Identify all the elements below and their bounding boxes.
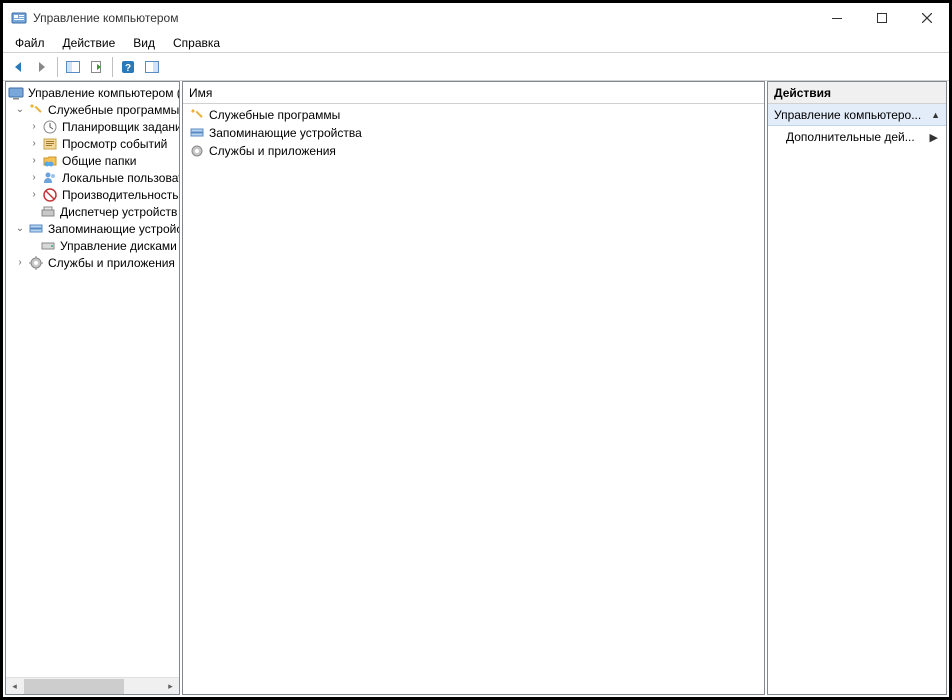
shared-folder-icon: [42, 153, 58, 169]
clock-icon: [42, 119, 58, 135]
menubar: Файл Действие Вид Справка: [3, 33, 949, 53]
tools-icon: [189, 107, 205, 123]
tree-services-apps[interactable]: › Службы и приложения: [6, 254, 179, 271]
tree-system-tools[interactable]: ⌄ Служебные программы: [6, 101, 179, 118]
device-icon: [40, 204, 56, 220]
expand-icon[interactable]: ›: [28, 121, 40, 133]
scroll-left-arrow[interactable]: ◂: [6, 678, 23, 695]
titlebar: Управление компьютером: [3, 3, 949, 33]
nav-tree: Управление компьютером (л ⌄: [6, 82, 179, 677]
window-title: Управление компьютером: [33, 11, 178, 25]
tree-device-manager[interactable]: Диспетчер устройств: [6, 203, 179, 220]
list-item-label: Запоминающие устройства: [209, 126, 362, 140]
tree-pane: Управление компьютером (л ⌄: [5, 81, 180, 695]
event-log-icon: [42, 136, 58, 152]
minimize-button[interactable]: [814, 3, 859, 33]
content-area: Управление компьютером (л ⌄: [3, 81, 949, 697]
expand-icon[interactable]: ›: [28, 172, 40, 184]
menu-file[interactable]: Файл: [7, 34, 53, 52]
action-more-actions[interactable]: Дополнительные дей... ▶: [768, 126, 946, 148]
toolbar-separator: [112, 57, 113, 77]
menu-view[interactable]: Вид: [125, 34, 163, 52]
computer-icon: [8, 85, 24, 101]
app-icon: [11, 10, 27, 26]
help-button[interactable]: ?: [117, 56, 139, 78]
forward-button[interactable]: [31, 56, 53, 78]
list-item-system-tools[interactable]: Служебные программы: [187, 106, 760, 124]
tools-icon: [28, 102, 44, 118]
action-context-label: Управление компьютеро...: [774, 108, 921, 122]
tree-performance[interactable]: › Производительность: [6, 186, 179, 203]
action-link-label: Дополнительные дей...: [786, 130, 915, 144]
show-action-pane-button[interactable]: [141, 56, 163, 78]
expand-icon[interactable]: ›: [28, 138, 40, 150]
collapse-icon[interactable]: ⌄: [14, 104, 26, 116]
scroll-right-arrow[interactable]: ▸: [162, 678, 179, 695]
mmc-window: Управление компьютером Файл Действие Вид…: [3, 3, 949, 697]
scroll-thumb[interactable]: [24, 679, 124, 694]
list-item-services[interactable]: Службы и приложения: [187, 142, 760, 160]
disk-icon: [40, 238, 56, 254]
tree-event-viewer[interactable]: › Просмотр событий: [6, 135, 179, 152]
menu-action[interactable]: Действие: [55, 34, 124, 52]
toolbar: ?: [3, 53, 949, 81]
menu-help[interactable]: Справка: [165, 34, 228, 52]
services-icon: [28, 255, 44, 271]
chevron-right-icon: ▶: [930, 131, 938, 144]
expand-icon[interactable]: ›: [28, 155, 40, 167]
collapse-icon[interactable]: ⌄: [14, 223, 26, 235]
services-icon: [189, 143, 205, 159]
list-item-label: Службы и приложения: [209, 144, 336, 158]
list-pane: Имя Служебные программы Запоминающие уст…: [182, 81, 765, 695]
scroll-track[interactable]: [23, 678, 162, 695]
toolbar-separator: [57, 57, 58, 77]
collapse-triangle-icon: ▲: [931, 110, 940, 120]
close-button[interactable]: [904, 3, 949, 33]
list-item-storage[interactable]: Запоминающие устройства: [187, 124, 760, 142]
list-item-label: Служебные программы: [209, 108, 340, 122]
export-button[interactable]: [86, 56, 108, 78]
window-controls: [814, 3, 949, 33]
tree-storage[interactable]: ⌄ Запоминающие устройст: [6, 220, 179, 237]
expand-icon[interactable]: ›: [28, 189, 40, 201]
storage-icon: [189, 125, 205, 141]
users-icon: [42, 170, 58, 186]
tree-local-users[interactable]: › Локальные пользовате: [6, 169, 179, 186]
storage-icon: [28, 221, 44, 237]
action-pane: Действия Управление компьютеро... ▲ Допо…: [767, 81, 947, 695]
action-pane-title: Действия: [768, 82, 946, 104]
maximize-button[interactable]: [859, 3, 904, 33]
action-context-header[interactable]: Управление компьютеро... ▲: [768, 104, 946, 126]
list-body: Служебные программы Запоминающие устройс…: [183, 104, 764, 694]
show-hide-tree-button[interactable]: [62, 56, 84, 78]
tree-disk-management[interactable]: Управление дисками: [6, 237, 179, 254]
tree-shared-folders[interactable]: › Общие папки: [6, 152, 179, 169]
tree-hscrollbar[interactable]: ◂ ▸: [6, 677, 179, 694]
back-button[interactable]: [7, 56, 29, 78]
performance-icon: [42, 187, 58, 203]
svg-text:?: ?: [125, 63, 131, 74]
tree-task-scheduler[interactable]: › Планировщик заданий: [6, 118, 179, 135]
tree-root-computer-management[interactable]: Управление компьютером (л: [6, 84, 179, 101]
expand-icon[interactable]: ›: [14, 257, 26, 269]
list-column-header-name[interactable]: Имя: [183, 82, 764, 104]
